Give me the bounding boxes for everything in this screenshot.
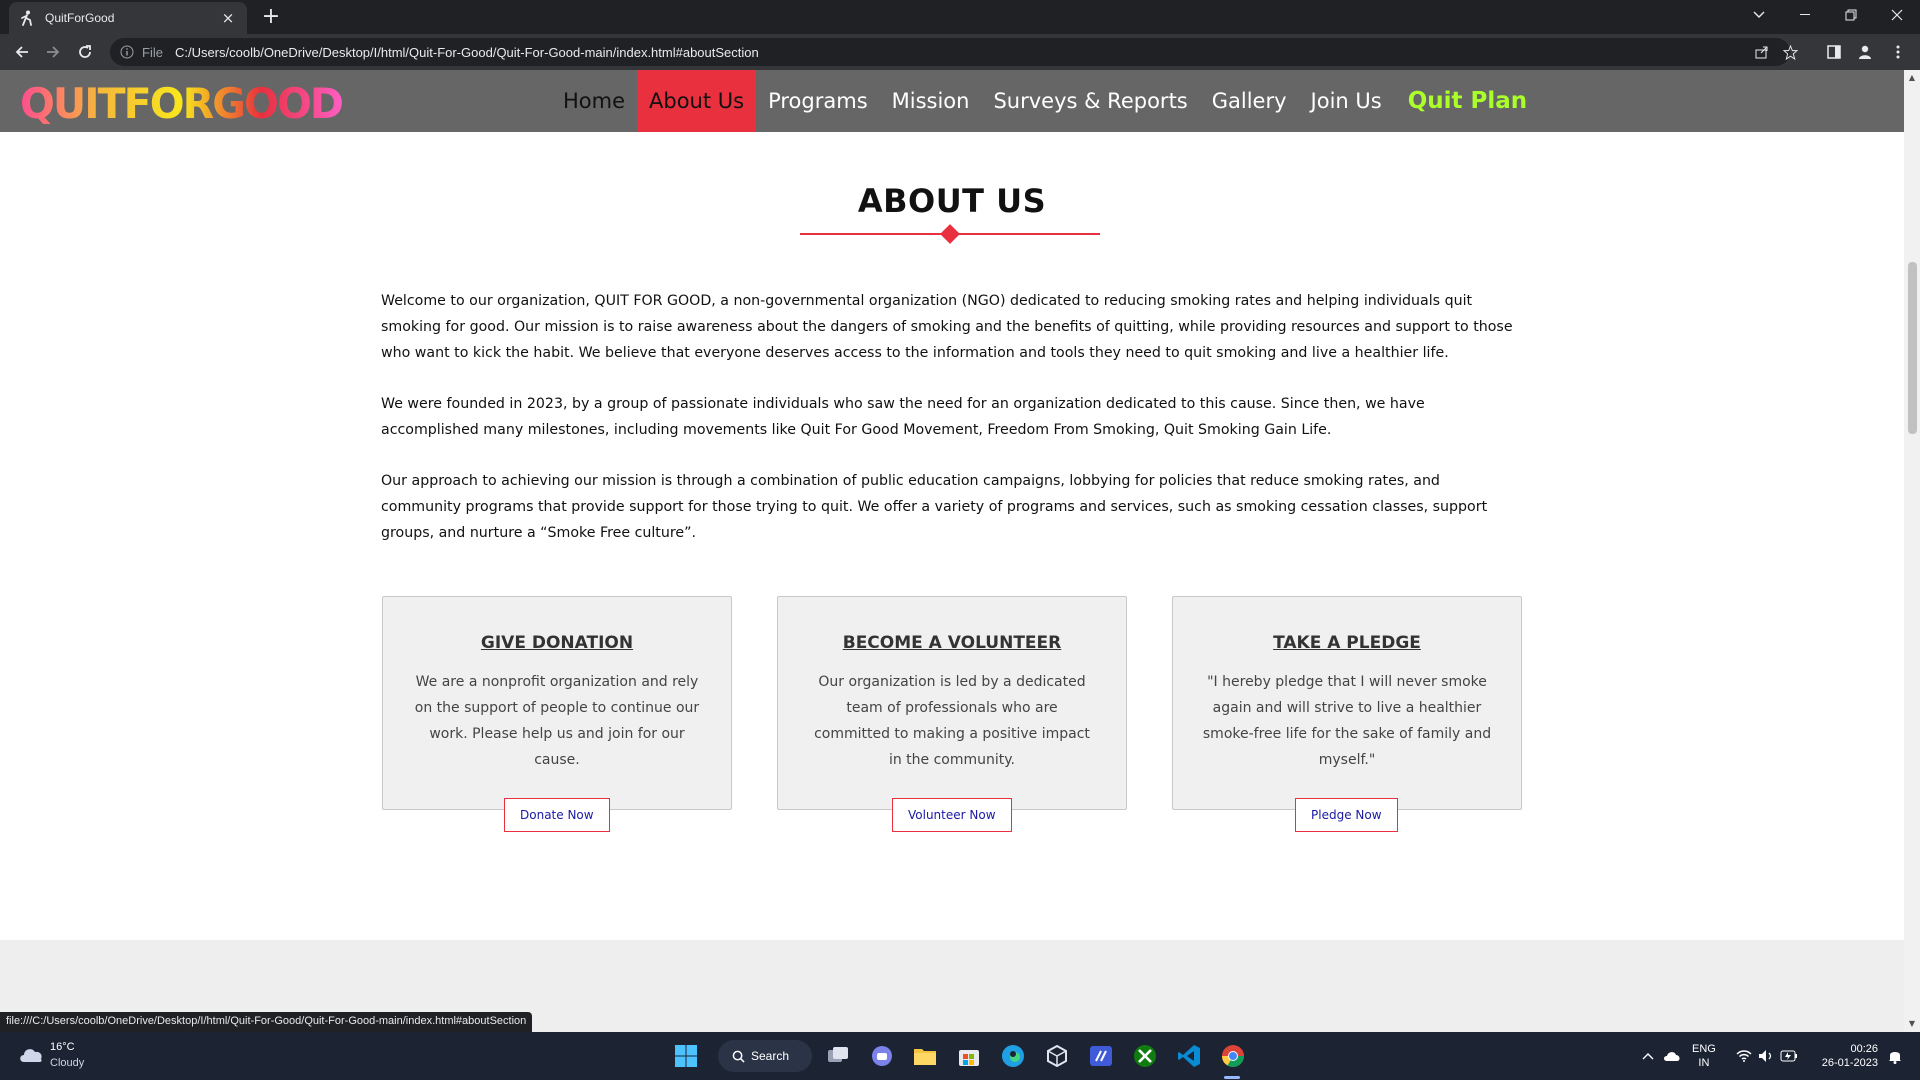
- page-scrollbar[interactable]: ▲ ▼: [1904, 70, 1920, 1032]
- nav-surveys-reports[interactable]: Surveys & Reports: [981, 70, 1199, 132]
- clock-time: 00:26: [1850, 1043, 1878, 1055]
- nav-mission[interactable]: Mission: [880, 70, 982, 132]
- share-icon[interactable]: [1750, 38, 1774, 66]
- browser-toolbar: File C:/Users/coolb/OneDrive/Desktop/I/h…: [0, 34, 1920, 70]
- bookmark-star-icon[interactable]: [1778, 38, 1802, 66]
- about-paragraph-3: Our approach to achieving our mission is…: [381, 473, 1488, 541]
- windows-start-icon[interactable]: [672, 1042, 700, 1070]
- side-panel-icon[interactable]: [1822, 40, 1846, 64]
- unity-hub-icon[interactable]: [1043, 1042, 1071, 1070]
- region-code: IN: [1698, 1057, 1710, 1069]
- nav-about-us[interactable]: About Us: [637, 70, 757, 132]
- card-title: GIVE DONATION: [480, 633, 634, 653]
- file-scheme-label: File: [142, 44, 163, 60]
- nav-programs[interactable]: Programs: [756, 70, 880, 132]
- clock[interactable]: 00:26 26-01-2023: [1808, 1042, 1878, 1070]
- pledge-card: TAKE A PLEDGE "I hereby pledge that I wi…: [1172, 596, 1522, 810]
- about-paragraph-1: Welcome to our organization, QUIT FOR GO…: [381, 293, 1513, 361]
- wifi-icon[interactable]: [1734, 1032, 1754, 1080]
- browser-tab-strip: QuitForGood × +: [0, 0, 1920, 34]
- volume-icon[interactable]: [1756, 1032, 1776, 1080]
- windows-taskbar: 16°C Cloudy Search ENG IN 00:26 26-01-20…: [0, 1032, 1920, 1080]
- visual-studio-app-icon[interactable]: [1087, 1042, 1115, 1070]
- about-paragraph-2: We were founded in 2023, by a group of p…: [381, 396, 1425, 438]
- tab-search-icon[interactable]: [1736, 0, 1782, 30]
- donation-card: GIVE DONATION We are a nonprofit organiz…: [382, 596, 732, 810]
- weather-description[interactable]: Cloudy: [50, 1057, 84, 1069]
- runner-favicon-icon: [21, 10, 32, 26]
- xbox-icon[interactable]: [1131, 1042, 1159, 1070]
- scroll-up-icon[interactable]: ▲: [1908, 74, 1916, 82]
- active-app-indicator: [1224, 1076, 1240, 1079]
- file-explorer-icon[interactable]: [911, 1042, 939, 1070]
- nav-home[interactable]: Home: [551, 70, 637, 132]
- tray-chevron-up-icon[interactable]: [1638, 1032, 1658, 1080]
- close-window-icon[interactable]: [1874, 0, 1920, 30]
- scroll-thumb[interactable]: [1908, 262, 1917, 434]
- volunteer-now-button[interactable]: Volunteer Now: [892, 798, 1012, 832]
- nav-quit-plan[interactable]: Quit Plan: [1394, 70, 1539, 132]
- forward-arrow-icon[interactable]: [41, 40, 65, 64]
- card-body: Our organization is led by a dedicated t…: [814, 674, 1090, 768]
- back-arrow-icon[interactable]: [10, 40, 34, 64]
- scroll-down-icon[interactable]: ▼: [1908, 1020, 1916, 1028]
- notification-bell-icon[interactable]: [1884, 1032, 1906, 1080]
- tab-title: QuitForGood: [45, 11, 115, 25]
- card-body: "I hereby pledge that I will never smoke…: [1202, 674, 1492, 768]
- logo-text: QUITFORGOOD: [20, 80, 342, 124]
- onedrive-cloud-icon[interactable]: [1661, 1032, 1683, 1080]
- divider-diamond-icon: [940, 224, 960, 244]
- about-us-heading: ABOUT US: [857, 182, 1047, 220]
- battery-icon[interactable]: [1778, 1032, 1800, 1080]
- pledge-now-button[interactable]: Pledge Now: [1295, 798, 1398, 832]
- cloud-weather-icon[interactable]: [18, 1045, 44, 1063]
- chrome-icon[interactable]: [1219, 1042, 1247, 1070]
- site-header: QUITFORGOOD Home About Us Programs Missi…: [0, 70, 1904, 132]
- taskbar-search-button[interactable]: Search: [718, 1040, 812, 1072]
- restore-icon[interactable]: [1828, 0, 1874, 30]
- main-nav: Home About Us Programs Mission Surveys &…: [551, 70, 1539, 132]
- page-viewport: QUITFORGOOD Home About Us Programs Missi…: [0, 70, 1904, 1032]
- vscode-icon[interactable]: [1175, 1042, 1203, 1070]
- language-code: ENG: [1692, 1043, 1716, 1055]
- task-view-icon[interactable]: [824, 1042, 852, 1070]
- edge-browser-icon[interactable]: [999, 1042, 1027, 1070]
- weather-temperature[interactable]: 16°C: [50, 1041, 75, 1053]
- new-tab-button[interactable]: +: [258, 4, 284, 30]
- menu-kebab-icon[interactable]: [1886, 40, 1910, 64]
- url-text[interactable]: C:/Users/coolb/OneDrive/Desktop/I/html/Q…: [175, 45, 759, 60]
- search-icon: [732, 1050, 745, 1063]
- search-label: Search: [751, 1049, 790, 1063]
- nav-gallery[interactable]: Gallery: [1200, 70, 1299, 132]
- browser-tab[interactable]: QuitForGood ×: [9, 2, 247, 34]
- teams-chat-icon[interactable]: [868, 1042, 896, 1070]
- address-bar[interactable]: File C:/Users/coolb/OneDrive/Desktop/I/h…: [110, 38, 1798, 66]
- card-body: We are a nonprofit organization and rely…: [414, 674, 700, 768]
- nav-join-us[interactable]: Join Us: [1299, 70, 1394, 132]
- card-title: TAKE A PLEDGE: [1273, 633, 1421, 653]
- donate-now-button[interactable]: Donate Now: [504, 798, 610, 832]
- tab-close-icon[interactable]: ×: [219, 9, 237, 27]
- info-icon[interactable]: [120, 45, 134, 59]
- microsoft-store-icon[interactable]: [955, 1042, 983, 1070]
- minimize-icon[interactable]: [1782, 0, 1828, 30]
- profile-icon[interactable]: [1853, 40, 1877, 64]
- clock-date: 26-01-2023: [1821, 1057, 1878, 1069]
- volunteer-card: BECOME A VOLUNTEER Our organization is l…: [777, 596, 1127, 810]
- site-logo[interactable]: QUITFORGOOD: [20, 80, 344, 124]
- reload-icon[interactable]: [73, 40, 97, 64]
- link-status-bubble: file:///C:/Users/coolb/OneDrive/Desktop/…: [0, 1012, 533, 1032]
- language-indicator[interactable]: ENG IN: [1692, 1042, 1716, 1070]
- card-title: BECOME A VOLUNTEER: [842, 633, 1062, 653]
